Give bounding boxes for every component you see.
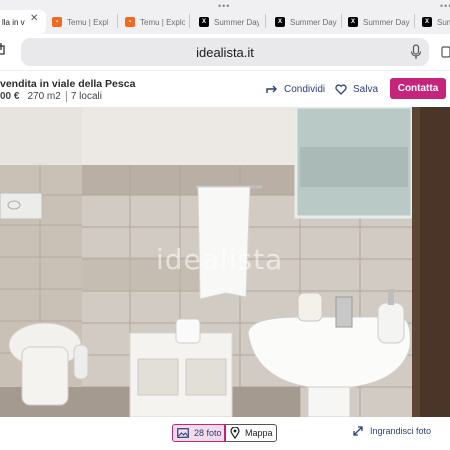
tab-temu-1[interactable]: ▪ Temu | Explo xyxy=(52,10,108,34)
share-button[interactable]: Condividi xyxy=(266,80,325,98)
save-button[interactable]: Salva xyxy=(335,80,378,98)
photo-icon xyxy=(177,428,189,438)
enlarge-label: Ingrandisci foto xyxy=(370,426,432,436)
save-label: Salva xyxy=(353,83,379,95)
tab-label: Summer Day xyxy=(363,17,410,27)
tab-label: Temu | Explo xyxy=(140,17,185,27)
listing-area: 270 m2 xyxy=(27,91,61,102)
tab-summer-3[interactable]: X Summer Day xyxy=(348,10,410,34)
map-pin-icon xyxy=(230,427,240,439)
x-icon: X xyxy=(275,17,285,27)
tab-more-icon[interactable]: ••• xyxy=(440,1,450,11)
share-icon[interactable] xyxy=(0,42,8,56)
meta-divider xyxy=(65,91,67,102)
expand-icon xyxy=(353,426,363,436)
share-label: Condividi xyxy=(284,83,326,95)
x-icon: X xyxy=(199,17,209,27)
contact-label: Contatta xyxy=(397,83,439,94)
tab-label: lla in v xyxy=(2,17,25,27)
url-text: idealista.it xyxy=(196,44,254,60)
microphone-icon[interactable] xyxy=(410,44,422,60)
map-label: Mappa xyxy=(245,428,273,438)
tab-divider xyxy=(117,14,118,28)
tab-label: Temu | Explo xyxy=(67,17,108,27)
tab-group-more-icon[interactable]: ••• xyxy=(218,1,230,11)
temu-icon: ▪ xyxy=(125,17,135,27)
reader-icon[interactable] xyxy=(441,44,450,60)
tab-divider xyxy=(265,14,266,28)
listing-rooms: 7 locali xyxy=(70,91,102,102)
x-icon: X xyxy=(422,17,432,27)
tab-label: Summer Day xyxy=(290,17,337,27)
photos-label: 28 foto xyxy=(194,428,222,438)
tab-divider xyxy=(341,14,342,28)
tab-divider xyxy=(189,14,190,28)
heart-icon xyxy=(335,83,347,95)
tab-temu-2[interactable]: ▪ Temu | Explo xyxy=(125,10,185,34)
tab-label: Summer Day xyxy=(214,17,259,27)
tab-active[interactable]: lla in v xyxy=(0,10,46,34)
listing-meta: 00 € 270 m2 7 locali xyxy=(0,91,102,102)
map-tab[interactable]: Mappa xyxy=(225,424,277,442)
listing-photo[interactable]: idealista xyxy=(0,107,450,417)
contact-button[interactable]: Contatta xyxy=(390,78,446,99)
listing-price: 00 € xyxy=(0,91,20,102)
url-bar[interactable]: idealista.it xyxy=(21,38,429,66)
tab-label: Summer Day xyxy=(437,17,450,27)
tab-summer-1[interactable]: X Summer Day xyxy=(199,10,259,34)
close-tab-icon[interactable]: ✕ xyxy=(30,13,38,24)
tab-divider xyxy=(414,14,415,28)
enlarge-photo-button[interactable]: Ingrandisci foto xyxy=(353,426,431,436)
share-arrow-icon xyxy=(266,85,277,93)
photo-watermark: idealista xyxy=(156,243,284,276)
photos-tab[interactable]: 28 foto xyxy=(172,424,225,442)
listing-title: vendita in viale della Pesca xyxy=(0,78,136,90)
temu-icon: ▪ xyxy=(52,17,62,27)
x-icon: X xyxy=(348,17,358,27)
tab-summer-4[interactable]: X Summer Day xyxy=(422,10,450,34)
tab-summer-2[interactable]: X Summer Day xyxy=(275,10,337,34)
